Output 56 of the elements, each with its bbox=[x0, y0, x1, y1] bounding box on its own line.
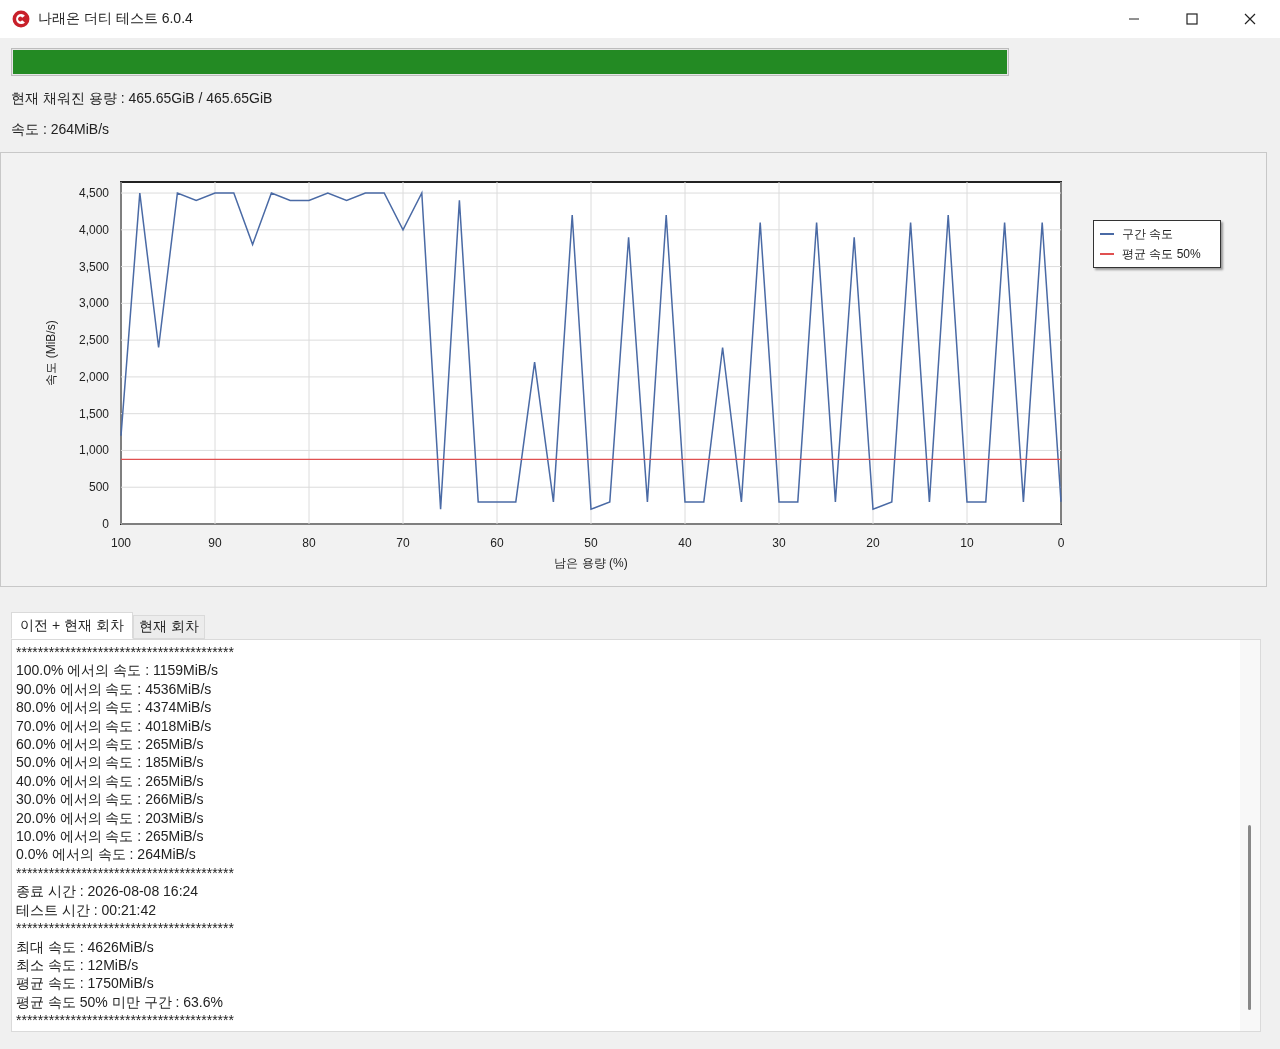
filled-capacity-text: 현재 채워진 용량 : 465.65GiB / 465.65GiB bbox=[11, 90, 274, 107]
x-tick-label: 60 bbox=[490, 536, 504, 550]
app-logo-icon bbox=[12, 10, 30, 28]
x-tick-label: 80 bbox=[302, 536, 316, 550]
y-tick-label: 1,000 bbox=[78, 443, 109, 458]
y-tick-label: 1,500 bbox=[78, 406, 109, 421]
tab[interactable]: 이전 + 현재 회차 bbox=[11, 612, 133, 639]
log-line: 70.0% 에서의 속도 : 4018MiB/s bbox=[16, 716, 213, 736]
x-tick-label: 30 bbox=[772, 536, 786, 550]
log-line: 평균 속도 50% 미만 구간 : 63.6% bbox=[16, 992, 224, 1012]
log-line: 100.0% 에서의 속도 : 1159MiB/s bbox=[16, 661, 220, 680]
log-line: 10.0% 에서의 속도 : 265MiB/s bbox=[16, 827, 205, 846]
log-line: 20.0% 에서의 속도 : 203MiB/s bbox=[16, 808, 205, 828]
tab[interactable]: 현재 회차 bbox=[132, 615, 205, 639]
x-tick-label: 20 bbox=[866, 536, 880, 550]
scrollbar-thumb[interactable] bbox=[1248, 825, 1251, 1010]
legend-label: 평균 속도 50% bbox=[1122, 245, 1201, 263]
y-axis-title: 속도 (MiB/s) bbox=[44, 320, 58, 386]
log-line: 60.0% 에서의 속도 : 265MiB/s bbox=[16, 735, 205, 754]
window-title: 나래온 더티 테스트 6.0.4 bbox=[38, 10, 193, 28]
x-tick-label: 40 bbox=[678, 536, 692, 550]
log-line: 테스트 시간 : 00:21:42 bbox=[16, 900, 158, 920]
close-icon[interactable] bbox=[1244, 13, 1256, 25]
y-tick-label: 500 bbox=[88, 480, 109, 495]
log-line: 평균 속도 : 1750MiB/s bbox=[16, 974, 155, 993]
log-line: **************************************** bbox=[16, 863, 235, 883]
log-line: 90.0% 에서의 속도 : 4536MiB/s bbox=[16, 679, 213, 699]
x-tick-label: 90 bbox=[208, 536, 222, 550]
log-line: 최대 속도 : 4626MiB/s bbox=[16, 937, 155, 956]
y-tick-label: 2,000 bbox=[78, 369, 109, 384]
log-line: 40.0% 에서의 속도 : 265MiB/s bbox=[16, 771, 205, 791]
x-tick-label: 100 bbox=[111, 536, 131, 550]
log-line: 최소 속도 : 12MiB/s bbox=[16, 955, 140, 975]
y-tick-label: 2,500 bbox=[78, 333, 109, 348]
x-tick-label: 0 bbox=[1057, 536, 1065, 550]
log-line: **************************************** bbox=[16, 1011, 235, 1030]
scrollbar[interactable] bbox=[1240, 640, 1260, 1031]
y-tick-label: 0 bbox=[102, 517, 109, 531]
y-tick-label: 3,000 bbox=[78, 296, 109, 311]
log-line: **************************************** bbox=[16, 643, 235, 662]
maximize-icon[interactable] bbox=[1186, 13, 1198, 25]
speed-text: 속도 : 264MiB/s bbox=[11, 121, 111, 138]
log-line: 50.0% 에서의 속도 : 185MiB/s bbox=[16, 753, 205, 772]
log-line: 80.0% 에서의 속도 : 4374MiB/s bbox=[16, 698, 213, 717]
x-tick-label: 50 bbox=[584, 536, 598, 550]
legend-label: 구간 속도 bbox=[1122, 225, 1174, 243]
log-line: 종료 시간 : 2026-08-08 16:24 bbox=[16, 882, 200, 901]
y-tick-label: 3,500 bbox=[78, 259, 109, 274]
x-axis-title: 남은 용량 (%) bbox=[554, 556, 628, 570]
x-tick-label: 70 bbox=[396, 536, 410, 550]
y-tick-label: 4,000 bbox=[78, 222, 109, 237]
log-line: **************************************** bbox=[16, 919, 235, 938]
log-line: 30.0% 에서의 속도 : 266MiB/s bbox=[16, 790, 205, 809]
y-tick-label: 4,500 bbox=[78, 186, 109, 201]
log-line: 0.0% 에서의 속도 : 264MiB/s bbox=[16, 845, 197, 864]
x-tick-label: 10 bbox=[960, 536, 974, 550]
